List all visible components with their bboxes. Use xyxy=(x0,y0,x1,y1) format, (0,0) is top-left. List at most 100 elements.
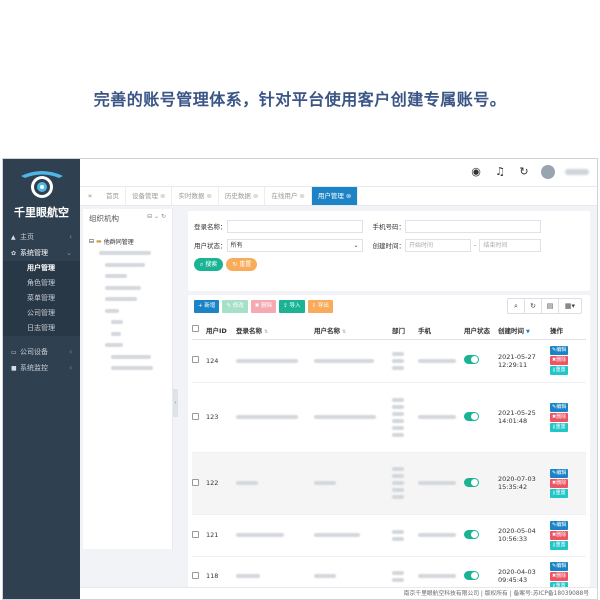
reset-button[interactable]: ↻ 重置 xyxy=(226,257,258,271)
tree-node[interactable] xyxy=(89,305,166,317)
table-row[interactable]: 122 2020-07-03 15:35:42 ✎编辑 ✖删除 ⚷重置 xyxy=(192,452,586,515)
table-row[interactable]: 121 2020-05-04 10:56:33 ✎编辑 ✖删除 ⚷重置 xyxy=(192,514,586,557)
status-toggle[interactable] xyxy=(464,411,479,421)
tabs-scroll-left-icon[interactable]: « xyxy=(80,187,100,205)
row-reset-button[interactable]: ⚷重置 xyxy=(550,366,568,375)
sidebar-item-home[interactable]: ▲ 主页 ‹ xyxy=(3,229,80,245)
row-checkbox[interactable] xyxy=(192,571,199,579)
search-icon[interactable]: ⌕ xyxy=(508,299,525,313)
close-icon[interactable]: ⊗ xyxy=(299,192,304,200)
sidebar-item-log-mgmt[interactable]: 日志管理 xyxy=(3,321,80,336)
sidebar-item-menu-mgmt[interactable]: 菜单管理 xyxy=(3,291,80,306)
avatar[interactable] xyxy=(541,165,555,179)
tree-node[interactable] xyxy=(89,248,166,260)
tree-node[interactable] xyxy=(89,351,166,363)
row-checkbox[interactable] xyxy=(192,530,199,538)
collapse-icon[interactable]: ⊟ xyxy=(147,213,152,220)
close-icon[interactable]: ⊗ xyxy=(346,192,351,200)
chevron-down-icon[interactable]: ⌄ xyxy=(154,213,159,220)
tree-node[interactable] xyxy=(89,317,166,329)
sidebar-item-monitor[interactable]: ■ 系统监控 ‹ xyxy=(3,360,80,376)
cell-dept-blurred xyxy=(392,382,418,453)
delete-button[interactable]: ✖ 删除 xyxy=(250,300,277,313)
sidebar-item-company-mgmt[interactable]: 公司管理 xyxy=(3,306,80,321)
search-button[interactable]: ⌕ 搜索 xyxy=(194,257,224,271)
phone-input[interactable] xyxy=(405,219,541,233)
select-all-checkbox[interactable] xyxy=(192,325,199,333)
row-delete-button[interactable]: ✖删除 xyxy=(550,412,569,422)
panel-collapse-handle[interactable]: ‹ xyxy=(173,389,178,417)
sidebar-item-system[interactable]: ✿ 系统管理 ⌄ xyxy=(3,245,80,261)
row-delete-button[interactable]: ✖删除 xyxy=(550,530,569,540)
start-time-input[interactable]: 开始时间 xyxy=(405,238,471,252)
tree-node[interactable] xyxy=(89,363,166,375)
refresh-icon[interactable]: ↻ xyxy=(525,299,542,313)
col-login-name: 登录名称 xyxy=(236,326,262,335)
row-checkbox[interactable] xyxy=(192,478,199,486)
table-view-tools: ⌕ ↻ ▤ ▦▾ xyxy=(507,298,582,314)
bell-icon[interactable]: ♫ xyxy=(493,165,507,179)
tab-home[interactable]: 首页 xyxy=(100,187,126,205)
refresh-icon[interactable]: ↻ xyxy=(517,165,531,179)
tree-node[interactable] xyxy=(89,259,166,271)
tab-history-data[interactable]: 历史数据 ⊗ xyxy=(219,187,266,205)
refresh-icon[interactable]: ↻ xyxy=(161,213,166,220)
tree-node[interactable] xyxy=(89,271,166,283)
tab-device-mgmt[interactable]: 设备管理 ⊗ xyxy=(126,187,173,205)
row-edit-button[interactable]: ✎编辑 xyxy=(550,520,569,530)
row-edit-button[interactable]: ✎编辑 xyxy=(550,402,569,412)
table-row[interactable]: 123 2021-05-25 14:01:48 ✎编辑 ✖删除 ⚷重置 xyxy=(192,382,586,453)
columns-icon[interactable]: ▦▾ xyxy=(559,299,581,313)
row-edit-button[interactable]: ✎编辑 xyxy=(550,468,569,478)
camera-icon: ■ xyxy=(11,364,17,372)
row-edit-button[interactable]: ✎编辑 xyxy=(550,561,569,571)
add-button[interactable]: + 新增 xyxy=(194,300,220,313)
tree-root[interactable]: ⊟ ▬ 他群同管理 xyxy=(89,236,166,248)
cell-dept-blurred xyxy=(392,452,418,515)
login-name-input[interactable] xyxy=(226,219,363,233)
gamepad-icon[interactable]: ◉ xyxy=(469,165,483,179)
import-button[interactable]: ⇪ 导入 xyxy=(279,300,305,313)
row-delete-button[interactable]: ✖删除 xyxy=(550,571,569,581)
export-button[interactable]: ⇩ 导出 xyxy=(307,300,333,313)
row-reset-button[interactable]: ⚷重置 xyxy=(550,422,568,432)
page-footer: 南京千里眼航空科技有限公司 | 版权所有 | 备案号:苏ICP备18039088… xyxy=(80,587,597,599)
row-checkbox[interactable] xyxy=(192,412,199,420)
tab-user-mgmt[interactable]: 用户管理 ⊗ xyxy=(311,187,359,205)
username-blurred[interactable] xyxy=(565,169,589,175)
sidebar-item-devices[interactable]: ▭ 公司设备 ‹ xyxy=(3,344,80,360)
row-delete-button[interactable]: ✖删除 xyxy=(550,478,569,488)
table-row[interactable]: 118 2020-04-03 09:45:43 ✎编辑 ✖删除 ⚷重置 xyxy=(192,556,586,587)
close-icon[interactable]: ⊗ xyxy=(160,192,165,200)
status-toggle[interactable] xyxy=(464,355,479,364)
row-edit-button[interactable]: ✎编辑 xyxy=(550,346,569,355)
status-select[interactable]: 所有 ⌄ xyxy=(226,238,363,252)
table-row[interactable]: 124 2021-05-27 12:29:11 ✎编辑 ✖删除 ⚷重置 xyxy=(192,339,586,383)
tab-online-users[interactable]: 在线用户 ⊗ xyxy=(265,187,312,205)
tree-node[interactable] xyxy=(89,282,166,294)
row-reset-button[interactable]: ⚷重置 xyxy=(550,488,568,498)
row-delete-button[interactable]: ✖删除 xyxy=(550,356,569,365)
cell-phone-blurred xyxy=(418,514,464,557)
sidebar-item-user-mgmt[interactable]: 用户管理 xyxy=(3,261,80,276)
tree-node[interactable] xyxy=(89,328,166,340)
status-toggle[interactable] xyxy=(464,477,479,487)
close-icon[interactable]: ⊗ xyxy=(253,192,258,200)
col-status: 用户状态 xyxy=(464,326,490,335)
tree-node[interactable] xyxy=(89,340,166,352)
cell-user-id: 123 xyxy=(206,382,236,453)
close-icon[interactable]: ⊗ xyxy=(206,192,211,200)
tab-realtime-data[interactable]: 实时数据 ⊗ xyxy=(172,187,219,205)
end-time-input[interactable]: 结束时间 xyxy=(479,238,542,252)
collapse-icon[interactable]: ⊟ xyxy=(89,238,94,245)
toggle-view-icon[interactable]: ▤ xyxy=(542,299,559,313)
tree-node[interactable] xyxy=(89,294,166,306)
row-reset-button[interactable]: ⚷重置 xyxy=(550,540,568,550)
status-toggle[interactable] xyxy=(464,529,479,539)
cell-user-name-blurred xyxy=(314,514,392,557)
folder-icon: ▬ xyxy=(96,238,102,246)
edit-button[interactable]: ✎ 修改 xyxy=(222,300,248,313)
row-checkbox[interactable] xyxy=(192,356,199,363)
status-toggle[interactable] xyxy=(464,570,479,580)
sidebar-item-role-mgmt[interactable]: 角色管理 xyxy=(3,276,80,291)
